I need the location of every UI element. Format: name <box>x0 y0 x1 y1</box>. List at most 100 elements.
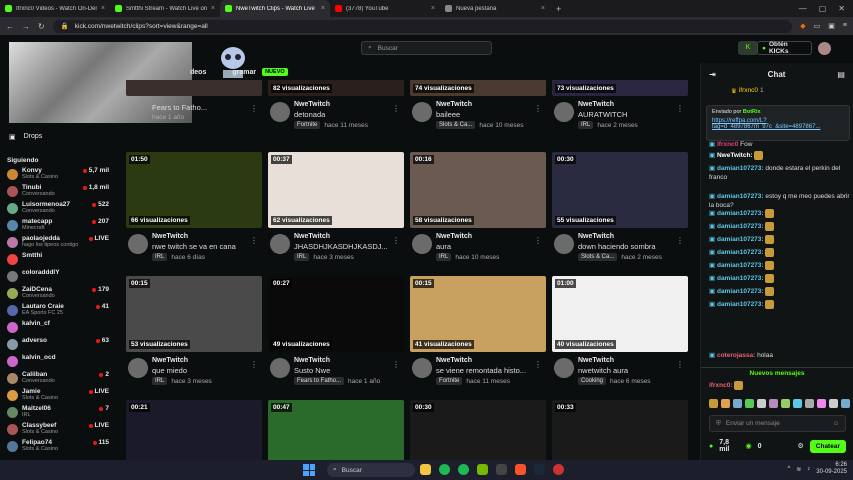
nvidia-icon[interactable] <box>477 464 488 475</box>
emoji-icon[interactable]: ☺ <box>832 420 839 427</box>
clip-channel[interactable]: NweTwitch <box>436 357 546 364</box>
clip-thumbnail[interactable]: 00:21 <box>126 400 262 460</box>
more-options-icon[interactable]: ⋮ <box>676 236 684 245</box>
clip-channel[interactable]: NweTwitch <box>294 233 404 240</box>
clip-title[interactable]: detonada <box>294 110 394 119</box>
sidebar-drops[interactable]: ▣ Drops <box>9 133 42 141</box>
emote-icon[interactable] <box>769 399 778 408</box>
clip-category[interactable]: Slots & Ca... <box>578 253 618 261</box>
browser-tab[interactable]: Nueva pestaña × <box>440 0 550 17</box>
forward-icon[interactable]: → <box>22 22 30 31</box>
clip-thumbnail[interactable]: 01:50 66 visualizaciones <box>126 152 262 228</box>
clip-category[interactable]: IRL <box>294 253 310 261</box>
browser-tab[interactable]: (3778) YouTube × <box>330 0 440 17</box>
more-options-icon[interactable]: ⋮ <box>676 104 684 113</box>
clip-title[interactable]: JHASDHJKASDHJKASDJ... <box>294 242 394 251</box>
channel-avatar[interactable] <box>270 358 290 378</box>
browser-tab[interactable]: NweTwitch Clips - Watch Live × <box>220 0 330 17</box>
emote-icon[interactable] <box>721 399 730 408</box>
clip-thumbnail[interactable]: 00:15 41 visualizaciones <box>410 276 546 352</box>
kick-logo-button[interactable]: K <box>738 41 758 55</box>
clip-channel[interactable]: NweTwitch <box>152 357 262 364</box>
chat-username[interactable]: damian107273: <box>717 301 764 308</box>
menu-icon[interactable]: ≡ <box>843 22 847 30</box>
user-avatar[interactable] <box>818 42 831 55</box>
send-chat-button[interactable]: Chatear <box>809 439 846 453</box>
chat-username[interactable]: damian107273: <box>717 288 764 295</box>
channel-avatar[interactable] <box>554 234 574 254</box>
more-options-icon[interactable]: ⋮ <box>534 236 542 245</box>
chat-input[interactable]: ⛨ Enviar un mensaje ☺ <box>709 415 846 432</box>
chat-username[interactable]: damian107273: <box>717 223 764 230</box>
clip-card[interactable]: Fears to Fatho... hace 1 año ⋮ <box>126 80 262 132</box>
tray-chevron-icon[interactable]: ^ <box>787 466 790 472</box>
clip-category[interactable]: IRL <box>152 377 168 385</box>
channel-avatar[interactable] <box>554 358 574 378</box>
chat-username[interactable]: NweTwitch: <box>717 152 753 159</box>
browser-tab[interactable]: Ifrxnc0 Videos - Watch On-Dema × <box>0 0 110 17</box>
channel-avatar[interactable] <box>412 102 432 122</box>
brave-shield-icon[interactable]: ◆ <box>800 22 805 30</box>
browser-tab[interactable]: Smtthi Stream - Watch Live on Kick × <box>110 0 220 17</box>
brave-icon[interactable] <box>515 464 526 475</box>
clip-card[interactable]: 01:00 40 visualizaciones NweTwitch nwetw… <box>552 276 688 388</box>
clip-thumbnail[interactable]: 00:15 53 visualizaciones <box>126 276 262 352</box>
chat-settings-gear-icon[interactable]: ⚙ <box>798 442 804 450</box>
clock[interactable]: 6:26 30-09-2025 <box>816 462 847 476</box>
clip-title[interactable]: se viene remontada histo... <box>436 366 536 375</box>
chat-username[interactable]: ifrxnc0: <box>709 382 732 389</box>
chat-username[interactable]: damian107273: <box>717 193 764 200</box>
chat-username[interactable]: damian107273: <box>717 262 764 269</box>
clip-thumbnail[interactable]: 00:30 55 visualizaciones <box>552 152 688 228</box>
clip-channel[interactable]: NweTwitch <box>294 101 404 108</box>
clip-category[interactable]: IRL <box>436 253 452 261</box>
pinned-user[interactable]: ifrxnc0 <box>739 87 758 95</box>
chat-username[interactable]: Ifrxnc0 <box>717 141 738 148</box>
close-tab-icon[interactable]: × <box>211 5 215 12</box>
emote-icon[interactable] <box>805 399 814 408</box>
clip-title[interactable]: nwe twitch se va en cana <box>152 242 252 251</box>
clip-title[interactable]: baileee <box>436 110 536 119</box>
more-options-icon[interactable]: ⋮ <box>250 360 258 369</box>
channel-avatar[interactable] <box>128 234 148 254</box>
more-options-icon[interactable]: ⋮ <box>250 236 258 245</box>
chat-settings-icon[interactable]: ▤ <box>837 70 845 79</box>
close-tab-icon[interactable]: × <box>321 5 325 12</box>
clip-card[interactable]: 00:15 41 visualizaciones NweTwitch se vi… <box>410 276 546 388</box>
chat-username[interactable]: damian107273: <box>717 236 764 243</box>
clip-title[interactable]: nwetwitch aura <box>578 366 678 375</box>
clip-card[interactable]: 74 visualizaciones NweTwitch baileee Slo… <box>410 80 546 132</box>
clip-title[interactable]: Susto Nwe <box>294 366 394 375</box>
clip-card[interactable]: 00:47 <box>268 400 404 460</box>
pinned-link[interactable]: https://reffpa.com/L?tag=d_4897867m_97c_… <box>712 118 844 130</box>
more-options-icon[interactable]: ⋮ <box>392 104 400 113</box>
close-window-icon[interactable]: ✕ <box>838 4 845 13</box>
more-options-icon[interactable]: ⋮ <box>250 104 258 113</box>
clip-card[interactable]: 00:27 49 visualizaciones NweTwitch Susto… <box>268 276 404 388</box>
search-input[interactable]: ⌕ Buscar <box>361 41 492 55</box>
clip-title[interactable]: down haciendo sombra <box>578 242 678 251</box>
channel-avatar[interactable] <box>412 234 432 254</box>
emote-icon[interactable] <box>841 399 850 408</box>
clip-thumbnail[interactable]: 00:37 62 visualizaciones <box>268 152 404 228</box>
clip-channel[interactable]: NweTwitch <box>436 101 546 108</box>
nav-videos[interactable]: deos <box>190 69 206 76</box>
channel-avatar[interactable] <box>554 102 574 122</box>
clip-category[interactable]: Cooking <box>578 377 607 385</box>
wallet-icon[interactable]: ▣ <box>828 22 835 30</box>
clip-card[interactable]: 00:30 55 visualizaciones NweTwitch down … <box>552 152 688 264</box>
chat-username[interactable]: damian107273: <box>717 165 764 172</box>
clip-card[interactable]: 00:33 <box>552 400 688 460</box>
channel-avatar[interactable] <box>412 358 432 378</box>
maximize-icon[interactable]: ▢ <box>819 4 827 13</box>
clip-category[interactable]: Fortnite <box>294 121 321 129</box>
app-icon[interactable] <box>553 464 564 475</box>
clip-card[interactable]: 73 visualizaciones NweTwitch AURATWITCH … <box>552 80 688 132</box>
store-icon[interactable] <box>496 464 507 475</box>
clip-channel[interactable]: NweTwitch <box>578 233 688 240</box>
sidebar-channel[interactable]: Felipao74 Slots & Casino 115 <box>7 439 109 459</box>
clip-title[interactable]: aura <box>436 242 536 251</box>
clip-thumbnail[interactable]: 01:00 40 visualizaciones <box>552 276 688 352</box>
more-options-icon[interactable]: ⋮ <box>392 236 400 245</box>
close-tab-icon[interactable]: × <box>541 5 545 12</box>
